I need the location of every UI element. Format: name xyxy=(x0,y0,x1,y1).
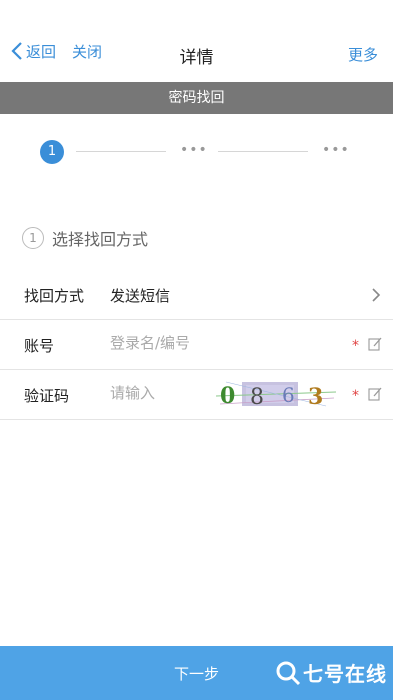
account-label: 账号 xyxy=(24,337,55,355)
edit-icon[interactable] xyxy=(368,337,382,351)
edit-icon[interactable] xyxy=(368,387,382,401)
chevron-right-icon[interactable] xyxy=(371,288,381,302)
captcha-digit-1: 0 xyxy=(220,383,235,409)
page-title: 详情 xyxy=(179,48,214,68)
section-heading: 1 选择找回方式 xyxy=(22,226,148,250)
step-indicator: 1 ••• ••• xyxy=(0,114,393,194)
more-button[interactable]: 更多 xyxy=(348,44,378,65)
step-connector-1 xyxy=(76,151,166,152)
recovery-method-label: 找回方式 xyxy=(24,287,85,305)
next-step-button[interactable]: 下一步 七号在线 xyxy=(0,646,393,700)
captcha-label: 验证码 xyxy=(24,387,70,405)
captcha-digit-3: 6 xyxy=(282,383,295,407)
recovery-method-row[interactable]: 找回方式 发送短信 xyxy=(0,270,393,320)
step-2-dots: ••• xyxy=(180,142,208,158)
step-connector-2 xyxy=(218,151,308,152)
watermark-text: 七号在线 xyxy=(303,662,387,686)
step-1-badge: 1 xyxy=(40,140,64,164)
captcha-digit-4: 3 xyxy=(308,384,323,410)
nav-bar: 返回 关闭 详情 更多 xyxy=(0,0,393,82)
captcha-image[interactable]: 0 8 6 3 xyxy=(216,376,336,412)
captcha-digit-2: 8 xyxy=(250,385,264,410)
section-number-badge: 1 xyxy=(22,227,44,249)
recovery-method-value[interactable]: 发送短信 xyxy=(110,285,170,306)
required-star-icon: * xyxy=(352,338,359,354)
watermark-logo: 七号在线 xyxy=(275,658,387,687)
captcha-row: 验证码 0 8 6 3 * xyxy=(0,370,393,420)
magnifier-logo-icon xyxy=(276,661,301,685)
section-banner: 密码找回 xyxy=(0,82,393,114)
section-label: 选择找回方式 xyxy=(52,230,149,249)
required-star-icon: * xyxy=(352,388,359,404)
account-input[interactable] xyxy=(110,334,240,352)
step-3-dots: ••• xyxy=(322,142,350,158)
captcha-input[interactable] xyxy=(110,384,210,402)
account-row: 账号 * xyxy=(0,320,393,370)
